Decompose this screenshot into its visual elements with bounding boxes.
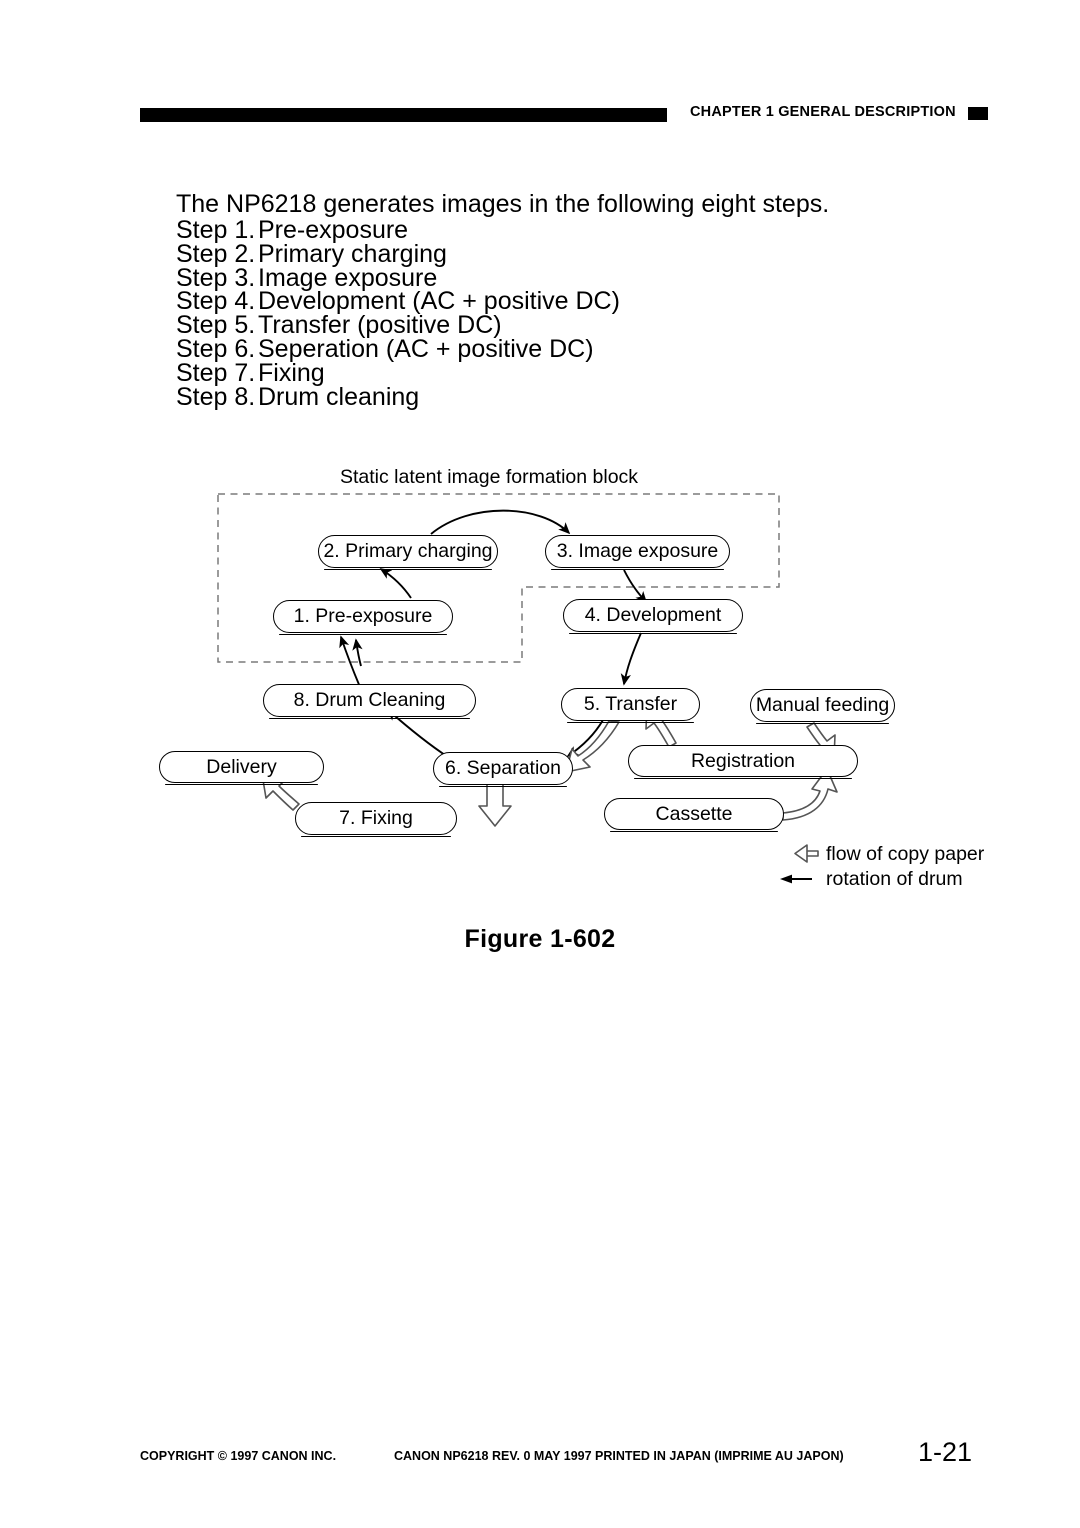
node-pre-exposure[interactable]: 1. Pre-exposure [273,600,453,636]
node-label: 2. Primary charging [323,540,493,562]
figure-caption: Figure 1-602 [464,925,616,953]
header-rule [140,108,667,122]
node-transfer[interactable]: 5. Transfer [561,688,700,724]
node-label: 6. Separation [444,757,561,779]
node-label: 8. Drum Cleaning [293,689,446,711]
node-label: 3. Image exposure [556,540,719,562]
node-label: Cassette [655,802,733,825]
node-label: Delivery [206,755,277,778]
node-label: 7. Fixing [339,807,413,829]
node-label: 4. Development [584,604,722,626]
node-label: 1. Pre-exposure [293,605,433,627]
node-label: Manual feeding [755,694,890,716]
node-manual-feeding[interactable]: Manual feeding [750,689,895,725]
node-separation[interactable]: 6. Separation [433,752,573,788]
footer-page-number: 1-21 [918,1437,973,1467]
node-delivery[interactable]: Delivery [159,751,324,786]
legend-icons [780,844,819,884]
node-label: Registration [690,749,796,772]
chapter-header-title: CHAPTER 1 GENERAL DESCRIPTION [690,104,956,120]
node-drum-cleaning[interactable]: 8. Drum Cleaning [263,684,476,720]
static-latent-block-label: Static latent image formation block [340,466,639,488]
node-development[interactable]: 4. Development [563,599,743,635]
node-label: 5. Transfer [583,693,678,715]
step-label: Step 8. [176,382,256,411]
footer-copyright: COPYRIGHT © 1997 CANON INC. [140,1449,337,1463]
node-primary-charging[interactable]: 2. Primary charging [318,535,498,571]
node-fixing[interactable]: 7. Fixing [295,802,457,838]
header-square-marker [968,107,988,120]
node-image-exposure[interactable]: 3. Image exposure [545,535,730,571]
step-text: Drum cleaning [258,382,420,411]
static-latent-block-outline [217,493,780,663]
footer-print-info: CANON NP6218 REV. 0 MAY 1997 PRINTED IN … [394,1449,844,1463]
solid-line-arrow-icon [780,874,812,884]
hollow-block-arrow-icon [794,844,819,863]
node-cassette[interactable]: Cassette [604,798,784,833]
intro-paragraph: The NP6218 generates images in the follo… [176,190,830,218]
node-registration[interactable]: Registration [628,745,858,780]
legend-label-paper-flow: flow of copy paper [826,843,985,865]
legend-label-drum-rotation: rotation of drum [826,868,963,890]
